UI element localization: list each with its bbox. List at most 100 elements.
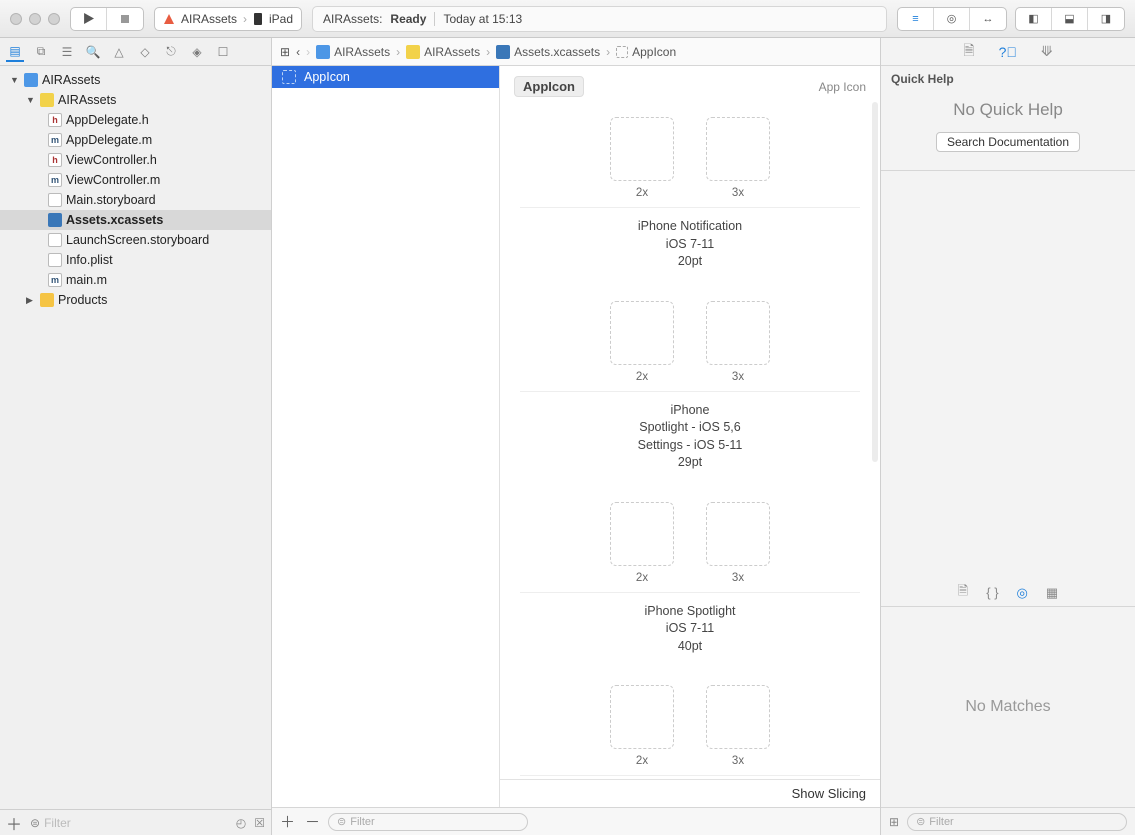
image-well-scale-label: 2x: [610, 187, 674, 199]
tree-file[interactable]: LaunchScreen.storyboard: [0, 230, 271, 250]
breadcrumb[interactable]: AppIcon: [616, 45, 676, 59]
file-template-library-tab[interactable]: 🗎: [958, 582, 968, 604]
tree-root[interactable]: ▼ AIRAssets: [0, 70, 271, 90]
asset-filter-input[interactable]: ⊜ Filter: [328, 813, 528, 831]
tree-group[interactable]: ▼ AIRAssets: [0, 90, 271, 110]
asset-list-footer: ＋ － ⊜ Filter: [272, 807, 880, 835]
find-navigator-tab[interactable]: 🔍: [84, 43, 102, 61]
tree-file[interactable]: mViewController.m: [0, 170, 271, 190]
back-button[interactable]: ‹: [296, 45, 300, 59]
minimize-window-icon[interactable]: [29, 13, 41, 25]
disclosure-triangle-icon[interactable]: ▼: [26, 95, 36, 105]
version-editor-button[interactable]: ↔: [970, 8, 1006, 30]
image-well[interactable]: 2x: [610, 685, 674, 767]
media-library-tab[interactable]: ▦: [1046, 585, 1058, 601]
issue-navigator-tab[interactable]: △: [110, 43, 128, 61]
forward-button[interactable]: ›: [306, 45, 310, 59]
add-asset-button[interactable]: ＋: [280, 811, 295, 832]
zoom-window-icon[interactable]: [48, 13, 60, 25]
attributes-inspector-tab[interactable]: ⟱: [1041, 43, 1053, 60]
library-filter-input[interactable]: ⊜ Filter: [907, 813, 1127, 831]
tree-label: AppDelegate.m: [66, 133, 152, 147]
remove-asset-button[interactable]: －: [305, 811, 320, 832]
tree-file[interactable]: mmain.m: [0, 270, 271, 290]
image-well[interactable]: 2x: [610, 301, 674, 383]
standard-editor-button[interactable]: ≡: [898, 8, 934, 30]
object-library-tab[interactable]: ◎: [1017, 585, 1028, 601]
close-window-icon[interactable]: [10, 13, 22, 25]
scheme-target-label: AIRAssets: [181, 12, 237, 26]
scrollbar[interactable]: [872, 102, 878, 462]
image-well-box[interactable]: [706, 502, 770, 566]
show-slicing-button[interactable]: Show Slicing: [792, 786, 866, 801]
chevron-right-icon: ›: [243, 12, 247, 26]
image-well[interactable]: 2x: [610, 502, 674, 584]
tree-file-selected[interactable]: Assets.xcassets: [0, 210, 271, 230]
related-items-icon[interactable]: ⊞: [280, 45, 290, 59]
scm-filter-icon[interactable]: ☒: [254, 816, 265, 830]
tree-file[interactable]: hAppDelegate.h: [0, 110, 271, 130]
asset-catalog-icon: [48, 213, 62, 227]
icon-group-description: iPhoneSpotlight - iOS 5,6Settings - iOS …: [520, 391, 860, 478]
grid-view-icon[interactable]: ⊞: [889, 815, 899, 829]
image-well-scale-label: 3x: [706, 572, 770, 584]
file-inspector-tab[interactable]: 🗎: [963, 40, 974, 64]
tree-label: AIRAssets: [42, 73, 100, 87]
image-well-box[interactable]: [610, 502, 674, 566]
navigator-filter[interactable]: ⊜ Filter: [30, 816, 228, 830]
breadcrumb[interactable]: AIRAssets: [406, 45, 480, 59]
toggle-navigator-button[interactable]: ◧: [1016, 8, 1052, 30]
recent-filter-icon[interactable]: ◴: [236, 816, 246, 830]
canvas-scroll[interactable]: 2x3xiPhone NotificationiOS 7-1120pt2x3xi…: [500, 103, 880, 779]
source-control-tab[interactable]: ⧉: [32, 43, 50, 61]
code-snippet-library-tab[interactable]: { }: [986, 585, 998, 600]
image-well-box[interactable]: [610, 117, 674, 181]
debug-navigator-tab[interactable]: ⎋: [162, 43, 180, 61]
canvas-kind: App Icon: [819, 80, 866, 94]
icon-group: 2x3xiPhone SpotlightiOS 7-1140pt: [520, 494, 860, 678]
image-well-scale-label: 3x: [706, 755, 770, 767]
toggle-debug-button[interactable]: ⬓: [1052, 8, 1088, 30]
tree-file[interactable]: Main.storyboard: [0, 190, 271, 210]
asset-outline[interactable]: AppIcon: [272, 66, 500, 807]
tree-group-products[interactable]: ▶ Products: [0, 290, 271, 310]
test-navigator-tab[interactable]: ◇: [136, 43, 154, 61]
breadcrumb[interactable]: Assets.xcassets: [496, 45, 600, 59]
tree-file[interactable]: mAppDelegate.m: [0, 130, 271, 150]
breakpoint-navigator-tab[interactable]: ◈: [188, 43, 206, 61]
disclosure-triangle-icon[interactable]: ▶: [26, 295, 36, 306]
jump-bar: ⊞ ‹ › AIRAssets › AIRAssets › Assets.xca…: [272, 38, 880, 66]
image-well[interactable]: 2x: [610, 117, 674, 199]
project-navigator-tab[interactable]: ▤: [6, 44, 24, 62]
tree-file[interactable]: Info.plist: [0, 250, 271, 270]
image-well-box[interactable]: [610, 301, 674, 365]
image-well-box[interactable]: [610, 685, 674, 749]
image-well-box[interactable]: [706, 301, 770, 365]
quick-help-tab[interactable]: ?⃝: [999, 44, 1017, 60]
disclosure-triangle-icon[interactable]: ▼: [10, 75, 20, 85]
image-well[interactable]: 3x: [706, 685, 770, 767]
image-well[interactable]: 3x: [706, 117, 770, 199]
symbol-navigator-tab[interactable]: ☰: [58, 43, 76, 61]
tree-label: LaunchScreen.storyboard: [66, 233, 209, 247]
stop-button[interactable]: [107, 8, 143, 30]
run-stop-group: [70, 7, 144, 31]
asset-item-selected[interactable]: AppIcon: [272, 66, 499, 88]
icon-group-description: iPhone NotificationiOS 7-1120pt: [520, 207, 860, 277]
library-body: No Matches: [881, 607, 1135, 807]
scheme-selector[interactable]: AIRAssets › iPad: [154, 7, 302, 31]
tree-file[interactable]: hViewController.h: [0, 150, 271, 170]
image-well-box[interactable]: [706, 685, 770, 749]
search-documentation-button[interactable]: Search Documentation: [936, 132, 1080, 152]
breadcrumb[interactable]: AIRAssets: [316, 45, 390, 59]
image-well[interactable]: 3x: [706, 301, 770, 383]
project-tree[interactable]: ▼ AIRAssets ▼ AIRAssets hAppDelegate.h m…: [0, 66, 271, 809]
add-button[interactable]: ＋: [6, 811, 22, 835]
toggle-inspector-button[interactable]: ◨: [1088, 8, 1124, 30]
run-button[interactable]: [71, 8, 107, 30]
assistant-editor-button[interactable]: ◎: [934, 8, 970, 30]
header-file-icon: h: [48, 113, 62, 127]
image-well-box[interactable]: [706, 117, 770, 181]
report-navigator-tab[interactable]: ☐: [214, 43, 232, 61]
image-well[interactable]: 3x: [706, 502, 770, 584]
